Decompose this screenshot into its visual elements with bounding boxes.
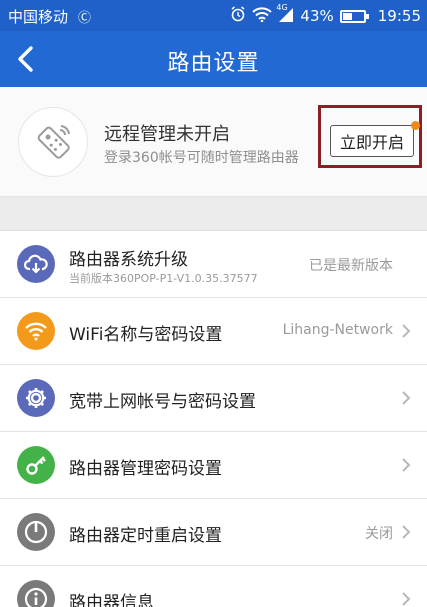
- icon-badge: [17, 379, 55, 417]
- enable-now-button[interactable]: 立即开启: [330, 125, 414, 157]
- list-item-firmware-upgrade[interactable]: 路由器系统升级 当前版本360POP-P1-V1.0.35.37577 已是最新…: [0, 231, 427, 298]
- alarm-icon: [230, 6, 246, 26]
- notification-dot: [411, 121, 420, 130]
- list-item-wifi-settings[interactable]: WiFi名称与密码设置 Lihang-Network: [0, 298, 427, 365]
- key-icon: [26, 456, 46, 475]
- list-item-title: 路由器信息: [69, 593, 154, 607]
- chevron-right-icon: [402, 525, 411, 539]
- info-icon: [24, 587, 48, 607]
- remote-control-icon: [37, 125, 70, 159]
- list-item-scheduled-reboot[interactable]: 路由器定时重启设置 关闭: [0, 499, 427, 566]
- chevron-right-icon: [402, 391, 411, 405]
- wifi-icon: [25, 322, 47, 341]
- cellular-signal-icon: 4G: [276, 3, 294, 26]
- list-item-subtitle: 当前版本360POP-P1-V1.0.35.37577: [69, 272, 258, 285]
- section-divider: [0, 197, 427, 231]
- list-item-title: 宽带上网帐号与密码设置: [69, 392, 256, 412]
- cloud-download-icon: [24, 254, 48, 274]
- app-bar: 路由设置: [0, 31, 427, 87]
- power-icon: [24, 520, 48, 544]
- clock: 19:55: [377, 7, 421, 25]
- remote-status-subtitle: 登录360帐号可随时管理路由器: [104, 150, 299, 166]
- icon-badge: [17, 446, 55, 484]
- icon-badge: [17, 312, 55, 350]
- chevron-right-icon: [402, 458, 411, 472]
- chevron-right-icon: [402, 324, 411, 338]
- battery-icon: [339, 9, 369, 23]
- list-item-value: 已是最新版本: [309, 258, 393, 274]
- list-item-value: Lihang-Network: [282, 322, 393, 338]
- remote-status-title: 远程管理未开启: [104, 124, 230, 145]
- list-item-title: 路由器系统升级: [69, 250, 188, 270]
- list-item-router-info[interactable]: 路由器信息: [0, 566, 427, 607]
- battery-percent: 43%: [300, 7, 334, 25]
- page-title: 路由设置: [167, 51, 260, 76]
- list-item-value: 关闭: [365, 526, 393, 542]
- icon-badge: [17, 245, 55, 283]
- list-item-title: WiFi名称与密码设置: [69, 325, 223, 345]
- icon-badge: [17, 513, 55, 551]
- list-item-title: 路由器管理密码设置: [69, 459, 222, 479]
- nfc-icon: Ⓒ: [78, 11, 92, 26]
- list-item-broadband-settings[interactable]: 宽带上网帐号与密码设置: [0, 365, 427, 432]
- wifi-signal-icon: [252, 6, 273, 26]
- list-item-admin-password[interactable]: 路由器管理密码设置: [0, 432, 427, 499]
- list-item-title: 路由器定时重启设置: [69, 526, 222, 546]
- chevron-right-icon: [402, 592, 411, 606]
- settings-list: 路由器系统升级 当前版本360POP-P1-V1.0.35.37577 已是最新…: [0, 231, 427, 607]
- gear-icon: [26, 388, 46, 408]
- icon-badge: [17, 580, 55, 607]
- status-bar: 中国移动 Ⓒ 4G 43% 19:55: [0, 0, 427, 31]
- network-type-label: 4G: [276, 2, 288, 12]
- carrier-label: 中国移动: [8, 8, 69, 26]
- remote-avatar: [18, 107, 88, 177]
